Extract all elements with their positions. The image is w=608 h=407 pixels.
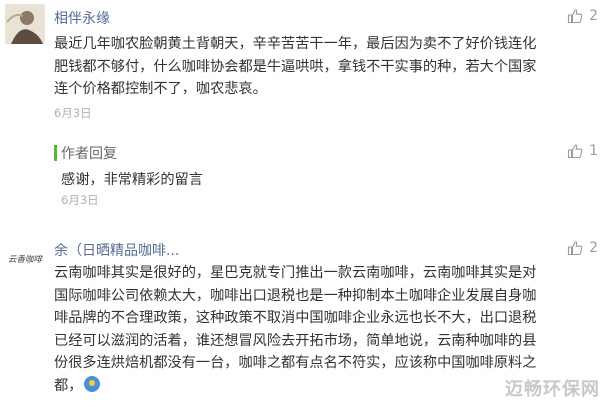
thumbs-up-icon <box>568 9 583 24</box>
like-count: 2 <box>589 8 598 24</box>
comment-nickname[interactable]: 余（日晒精品咖啡... <box>54 240 179 260</box>
avatar-image <box>5 4 45 44</box>
comment-content: 最近几年咖农脸朝黄土背朝天，辛辛苦苦干一年，最后因为卖不了好价钱连化 肥钱都不够… <box>54 33 600 101</box>
watermark: 迈畅环保网 <box>505 379 600 400</box>
like-count: 2 <box>589 240 598 256</box>
comment-item: 相伴永缘 2 最近几年咖农脸朝黄土背朝天，辛辛苦苦干一年，最后因为卖不了好价钱连… <box>0 0 608 210</box>
author-reply-text: 感谢，非常精彩的留言 <box>61 172 203 188</box>
svg-text:云香咖啡: 云香咖啡 <box>8 254 44 265</box>
avatar[interactable] <box>5 4 45 44</box>
like-button[interactable]: 2 <box>567 8 598 24</box>
comment-line: 份很多连烘焙机都没有一台，咖啡之都有点名不符实，应该称中国咖啡原料之 <box>54 355 537 371</box>
comment-line: 已经可以滋润的活着，谁还想冒风险去开拓市场，简单地说，云南种咖啡的县 <box>54 332 537 349</box>
thumbs-up-icon <box>568 241 583 256</box>
emoji-icon <box>84 375 101 392</box>
comment-line: 都， <box>54 377 83 394</box>
avatar-logo: 云香咖啡 <box>5 238 45 278</box>
comment-line: 啡品牌的不合理政策，这种政策不取消中国咖啡企业永远也长不大，出口退税 <box>54 310 537 326</box>
author-reply-label: 作者回复 <box>61 146 117 162</box>
comment-nickname[interactable]: 相伴永缘 <box>54 8 110 28</box>
comment-line: 最近几年咖农脸朝黄土背朝天，辛辛苦苦干一年，最后因为卖不了好价钱连化 <box>54 36 537 52</box>
comment-date: 6月3日 <box>54 106 92 120</box>
comment-line: 肥钱都不够付，什么咖啡协会都是牛逼哄哄，拿钱不干实事的种，若大个国家 <box>54 58 537 75</box>
comment-line: 连个价格都控制不了，咖农悲哀。 <box>54 81 267 97</box>
comment-line: 国际咖啡公司依赖太大，咖啡出口退税也是一种抑制本土咖啡企业发展自身咖 <box>54 287 537 304</box>
like-count: 1 <box>589 143 598 159</box>
reply-like-button[interactable]: 1 <box>567 143 598 159</box>
comment-line: 云南咖啡其实是很好的，星巴克就专门推出一款云南咖啡，云南咖啡其实是对 <box>54 265 537 281</box>
reply-indicator-bar <box>54 145 57 161</box>
reply-date: 6月3日 <box>61 193 99 207</box>
like-button[interactable]: 2 <box>567 240 598 256</box>
thumbs-up-icon <box>568 144 583 159</box>
avatar[interactable]: 云香咖啡 <box>5 238 45 278</box>
